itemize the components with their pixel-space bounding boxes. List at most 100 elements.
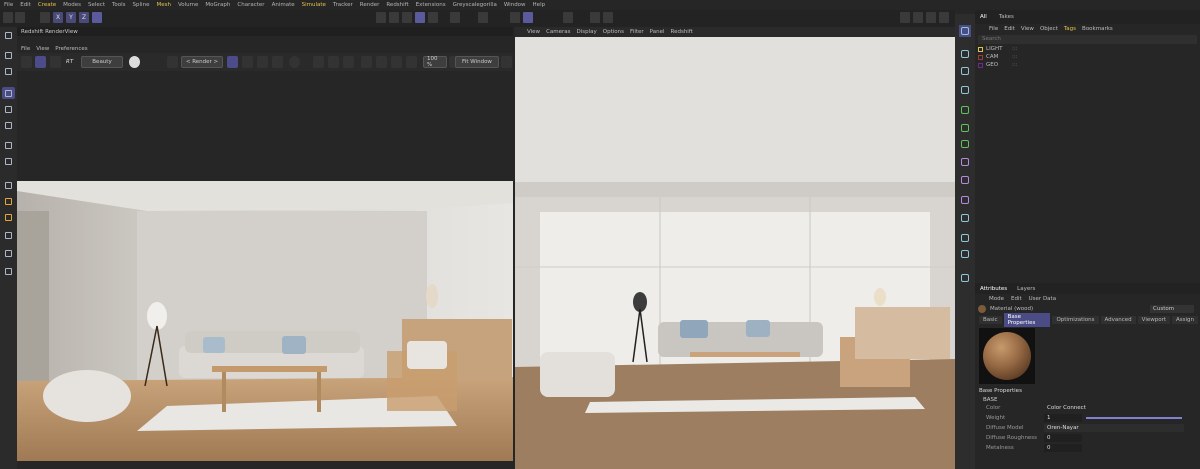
preset-select[interactable]: Custom — [1150, 305, 1194, 313]
color-picker-icon[interactable] — [129, 56, 140, 68]
renderview-tab[interactable]: Redshift RenderView — [17, 27, 513, 36]
tab-attributes[interactable]: Attributes — [980, 286, 1007, 292]
undo-icon[interactable] — [3, 12, 13, 23]
tab-basic[interactable]: Basic — [979, 316, 1002, 324]
om-menu-file[interactable]: File — [989, 26, 998, 32]
redshift-icon[interactable] — [415, 12, 425, 23]
knife-icon[interactable] — [2, 229, 15, 241]
soft-selection-icon[interactable] — [2, 265, 15, 277]
region-icon[interactable] — [328, 56, 339, 68]
tab-optimizations[interactable]: Optimizations — [1052, 316, 1099, 324]
render-target-select[interactable]: < Render > — [181, 56, 223, 68]
viewport-menu-view[interactable]: View — [527, 29, 540, 35]
text-icon[interactable] — [959, 84, 971, 96]
brush-icon[interactable] — [2, 179, 15, 191]
minus-icon[interactable] — [590, 12, 600, 23]
object-row-light[interactable]: LIGHT ::: — [975, 45, 1200, 53]
object-row-geo[interactable]: GEO ::: — [975, 61, 1200, 69]
menu-character[interactable]: Character — [237, 2, 264, 8]
render-queue-icon[interactable] — [913, 12, 923, 23]
scale-icon[interactable] — [2, 119, 15, 131]
menu-tracker[interactable]: Tracker — [333, 2, 353, 8]
render-output[interactable] — [17, 181, 513, 461]
menu-render[interactable]: Render — [360, 2, 380, 8]
renderview-menu-view[interactable]: View — [36, 46, 49, 52]
weight-field[interactable]: 1 — [1044, 414, 1082, 422]
grid-view-icon[interactable] — [242, 56, 253, 68]
primitive-icon[interactable] — [959, 65, 971, 77]
tab-viewport[interactable]: Viewport — [1137, 316, 1170, 324]
at-menu-user-data[interactable]: User Data — [1029, 296, 1056, 302]
renderview-menu-preferences[interactable]: Preferences — [55, 46, 87, 52]
menu-create[interactable]: Create — [38, 2, 56, 8]
renderview-settings-icon[interactable] — [501, 56, 512, 68]
visibility-dots-icon[interactable]: ::: — [1012, 54, 1018, 60]
tab-all[interactable]: All — [980, 14, 987, 20]
menu-modes[interactable]: Modes — [63, 2, 81, 8]
ipr-icon[interactable] — [428, 12, 438, 23]
viewport-menu-display[interactable]: Display — [577, 29, 597, 35]
lock-camera-icon[interactable] — [227, 56, 238, 68]
visibility-dots-icon[interactable]: ::: — [1012, 62, 1018, 68]
color-connect-value[interactable]: Color Connect — [1044, 404, 1089, 412]
object-search-input[interactable]: Search — [978, 35, 1197, 44]
redo-icon[interactable] — [15, 12, 25, 23]
crop-icon[interactable] — [167, 56, 178, 68]
light-icon[interactable] — [959, 248, 971, 260]
snapshot-icon[interactable] — [376, 56, 387, 68]
weight-slider[interactable] — [1086, 417, 1182, 419]
volume-icon[interactable] — [959, 194, 971, 206]
menu-select[interactable]: Select — [88, 2, 105, 8]
grid-icon[interactable] — [510, 12, 520, 23]
menu-extensions[interactable]: Extensions — [416, 2, 446, 8]
fit-window-select[interactable]: Fit Window — [455, 56, 499, 68]
coordinate-system-icon[interactable] — [92, 12, 102, 23]
om-menu-bookmarks[interactable]: Bookmarks — [1082, 26, 1113, 32]
camera-icon[interactable] — [959, 232, 971, 244]
tab-takes[interactable]: Takes — [999, 14, 1014, 20]
magnet-icon[interactable] — [478, 12, 488, 23]
diffuse-roughness-field[interactable]: 0 — [1044, 434, 1082, 442]
compare-icon[interactable] — [343, 56, 354, 68]
menu-greyscalegorilla[interactable]: Greyscalegorilla — [453, 2, 497, 8]
symmetry-icon[interactable] — [563, 12, 573, 23]
history-icon[interactable] — [406, 56, 417, 68]
points-icon[interactable] — [2, 65, 15, 77]
at-menu-mode[interactable]: Mode — [989, 296, 1004, 302]
object-row-cam[interactable]: CAM ::: — [975, 53, 1200, 61]
refresh-icon[interactable] — [50, 56, 61, 68]
focus-icon[interactable] — [313, 56, 324, 68]
3d-viewport[interactable] — [515, 37, 955, 469]
axis-x-toggle[interactable]: X — [53, 12, 63, 23]
menu-tools[interactable]: Tools — [112, 2, 126, 8]
edge-mode-icon[interactable] — [2, 155, 15, 167]
cube-icon[interactable] — [959, 48, 971, 60]
generator-icon[interactable] — [959, 104, 971, 116]
layout-icon[interactable] — [959, 272, 971, 284]
axis-y-toggle[interactable]: Y — [66, 12, 76, 23]
scene-icon[interactable] — [959, 212, 971, 224]
visibility-dots-icon[interactable]: ::: — [1012, 46, 1018, 52]
snowflake-icon[interactable] — [257, 56, 268, 68]
move-icon[interactable] — [2, 87, 15, 99]
zoom-field[interactable]: 100 % — [423, 56, 447, 68]
menu-animate[interactable]: Animate — [272, 2, 295, 8]
om-menu-view[interactable]: View — [1021, 26, 1034, 32]
picture-viewer-icon[interactable] — [926, 12, 936, 23]
viewport-menu-panel[interactable]: Panel — [650, 29, 665, 35]
diffuse-model-select[interactable]: Oren-Nayar — [1044, 424, 1184, 432]
tab-base-properties[interactable]: Base Properties — [1003, 313, 1051, 327]
render-still-icon[interactable] — [21, 56, 32, 68]
workplane-icon[interactable] — [523, 12, 533, 23]
cloner-icon[interactable] — [959, 122, 971, 134]
viewport-menu-filter[interactable]: Filter — [630, 29, 644, 35]
settings-icon[interactable] — [603, 12, 613, 23]
menu-mesh[interactable]: Mesh — [156, 2, 170, 8]
select-icon[interactable] — [2, 49, 15, 61]
tab-advanced[interactable]: Advanced — [1100, 316, 1136, 324]
menu-simulate[interactable]: Simulate — [302, 2, 326, 8]
viewport-menu-cameras[interactable]: Cameras — [546, 29, 570, 35]
search-icon[interactable] — [2, 29, 15, 41]
render-view-icon[interactable] — [376, 12, 386, 23]
axis-z-toggle[interactable]: Z — [79, 12, 89, 23]
